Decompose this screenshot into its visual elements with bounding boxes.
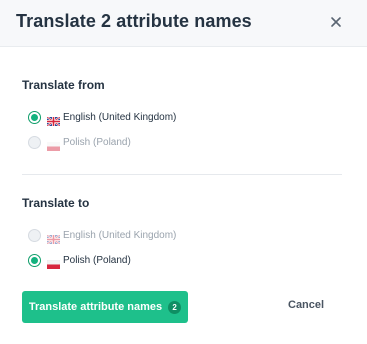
to-option-polish[interactable]: Polish (Poland) bbox=[28, 250, 131, 270]
poland-flag-icon bbox=[47, 138, 60, 151]
translate-from-heading: Translate from bbox=[22, 78, 105, 92]
dialog-title: Translate 2 attribute names bbox=[16, 11, 252, 31]
radio-button[interactable] bbox=[28, 135, 41, 149]
radio-button[interactable] bbox=[28, 228, 41, 242]
poland-flag-icon bbox=[46, 256, 61, 269]
close-icon[interactable] bbox=[326, 12, 346, 32]
option-label: English (United Kingdom) bbox=[63, 111, 177, 123]
translate-to-heading: Translate to bbox=[22, 196, 90, 210]
section-divider bbox=[22, 174, 342, 175]
uk-flag-icon bbox=[46, 113, 61, 127]
radio-button[interactable] bbox=[28, 253, 41, 267]
translate-attribute-names-button[interactable]: Translate attribute names 2 bbox=[22, 291, 188, 323]
to-option-english[interactable]: English (United Kingdom) bbox=[28, 225, 176, 245]
from-option-polish[interactable]: Polish (Poland) bbox=[28, 132, 131, 152]
translate-dialog: Translate 2 attribute names Translate fr… bbox=[0, 0, 367, 344]
option-label: English (United Kingdom) bbox=[63, 229, 177, 241]
option-label: Polish (Poland) bbox=[63, 136, 131, 148]
cancel-button[interactable]: Cancel bbox=[288, 299, 324, 311]
option-label: Polish (Poland) bbox=[63, 254, 131, 266]
from-option-english[interactable]: English (United Kingdom) bbox=[28, 107, 176, 127]
count-badge: 2 bbox=[168, 300, 182, 314]
radio-button[interactable] bbox=[28, 110, 41, 124]
dialog-header: Translate 2 attribute names bbox=[0, 0, 367, 47]
uk-flag-icon bbox=[46, 231, 61, 245]
button-label: Translate attribute names bbox=[28, 301, 163, 313]
